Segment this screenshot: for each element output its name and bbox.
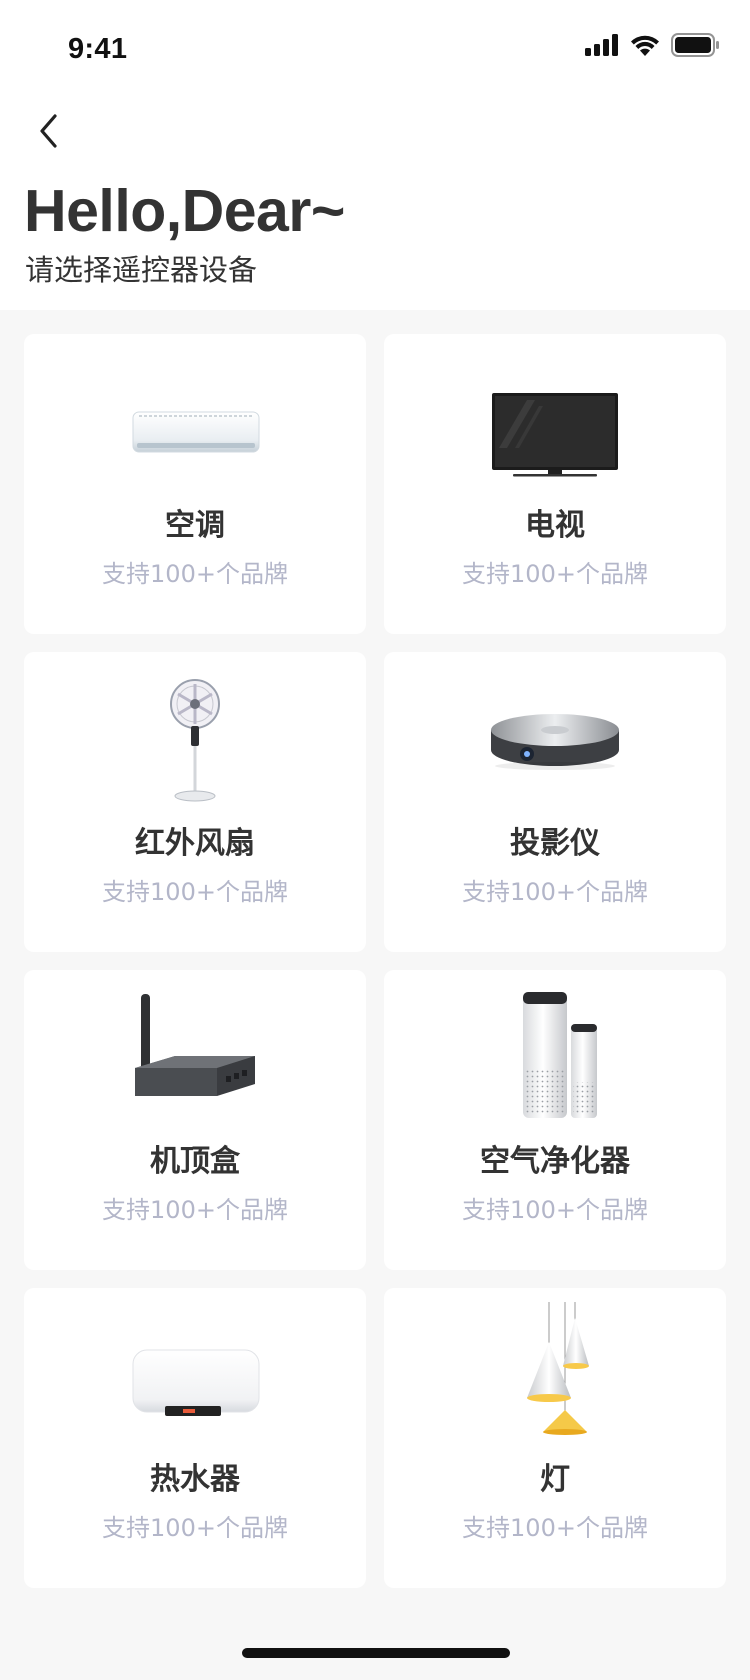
pendant-lamp-icon (455, 1302, 655, 1442)
device-name: 投影仪 (510, 826, 600, 861)
chevron-left-icon (40, 114, 57, 148)
device-card-air-purifier[interactable]: 空气净化器 支持100+个品牌 (384, 970, 726, 1270)
battery-icon (671, 33, 719, 57)
device-card-water-heater[interactable]: 热水器 支持100+个品牌 (24, 1288, 366, 1588)
device-card-air-conditioner[interactable]: 空调 支持100+个品牌 (24, 334, 366, 634)
air-purifier-icon (455, 984, 655, 1124)
device-name: 电视 (525, 508, 585, 543)
device-name: 红外风扇 (135, 826, 255, 861)
water-heater-icon (95, 1302, 295, 1442)
status-icons (585, 33, 719, 57)
device-card-pendant-lamp[interactable]: 灯 支持100+个品牌 (384, 1288, 726, 1588)
status-bar: 9:41 (0, 0, 750, 100)
device-card-television[interactable]: 电视 支持100+个品牌 (384, 334, 726, 634)
device-grid: 空调 支持100+个品牌 电视 支持100+个品牌 红外风扇 支持100+个品牌… (24, 334, 726, 1588)
device-card-set-top-box[interactable]: 机顶盒 支持100+个品牌 (24, 970, 366, 1270)
cellular-signal-icon (585, 34, 618, 56)
header-panel: 9:41 Hello,Dear~ 请选择遥控器设备 (0, 0, 750, 310)
device-name: 灯 (540, 1462, 570, 1497)
device-name: 热水器 (150, 1462, 240, 1497)
page-title: Hello,Dear~ (24, 178, 345, 244)
device-name: 空调 (165, 508, 225, 543)
device-card-projector[interactable]: 投影仪 支持100+个品牌 (384, 652, 726, 952)
status-time: 9:41 (68, 33, 128, 65)
device-card-standing-fan[interactable]: 红外风扇 支持100+个品牌 (24, 652, 366, 952)
brand-count: 支持100+个品牌 (102, 560, 288, 588)
back-button[interactable] (28, 108, 68, 154)
brand-count: 支持100+个品牌 (102, 1196, 288, 1224)
brand-count: 支持100+个品牌 (462, 1514, 648, 1542)
air-conditioner-icon (95, 348, 295, 488)
set-top-box-icon (95, 984, 295, 1124)
brand-count: 支持100+个品牌 (462, 878, 648, 906)
device-name: 空气净化器 (480, 1144, 630, 1179)
brand-count: 支持100+个品牌 (462, 1196, 648, 1224)
page-subtitle: 请选择遥控器设备 (25, 253, 258, 287)
device-name: 机顶盒 (150, 1144, 240, 1179)
home-indicator[interactable] (242, 1648, 510, 1658)
brand-count: 支持100+个品牌 (102, 1514, 288, 1542)
television-icon (455, 348, 655, 488)
wifi-icon (631, 35, 659, 56)
standing-fan-icon (95, 666, 295, 806)
brand-count: 支持100+个品牌 (102, 878, 288, 906)
projector-icon (455, 666, 655, 806)
brand-count: 支持100+个品牌 (462, 560, 648, 588)
